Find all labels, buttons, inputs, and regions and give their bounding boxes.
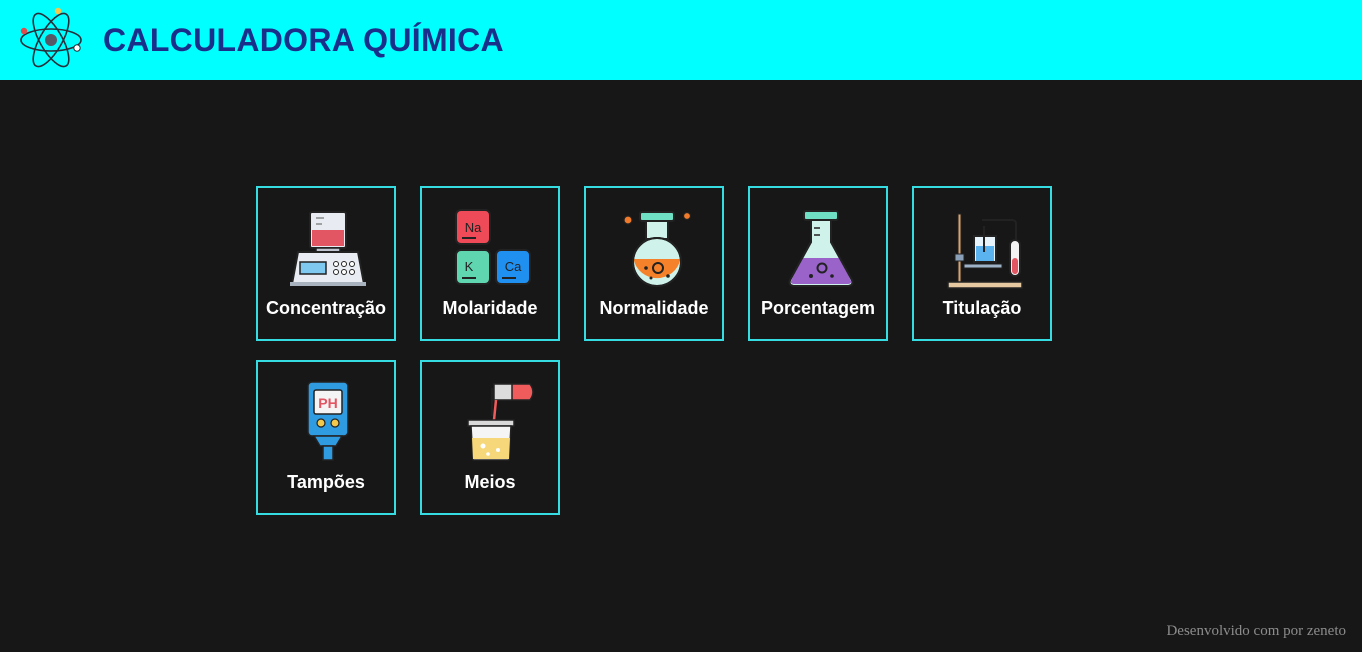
menu-card-normalidade[interactable]: Normalidade [584, 186, 724, 341]
atom-icon [20, 7, 82, 68]
menu-card-tampoes[interactable]: PH Tampões [256, 360, 396, 515]
menu-card-porcentagem[interactable]: Porcentagem [748, 186, 888, 341]
menu-card-meios[interactable]: Meios [420, 360, 560, 515]
lab-scale-beaker-icon [290, 211, 366, 286]
footer-credit: Desenvolvido com por zeneto [1166, 623, 1346, 639]
periodic-elements-icon: Na K Ca [455, 209, 531, 285]
pouring-test-tube-icon [467, 383, 534, 461]
menu-card-label: Meios [464, 472, 516, 492]
erlenmeyer-flask-icon [788, 210, 854, 287]
svg-text:Na: Na [465, 220, 482, 235]
app-title: CALCULADORA QUÍMICA [103, 22, 504, 58]
menu-card-label: Concentração [265, 298, 387, 318]
menu-card-molaridade[interactable]: Na K Ca Molaridade [420, 186, 560, 341]
svg-text:Ca: Ca [505, 259, 522, 274]
menu-card-concentracao[interactable]: Concentração [256, 186, 396, 341]
app-header: CALCULADORA QUÍMICA [0, 0, 1362, 80]
svg-text:PH: PH [318, 395, 337, 411]
menu-card-label: Titulação [942, 298, 1022, 318]
menu-card-label: Molaridade [442, 298, 538, 318]
menu-card-label: Porcentagem [760, 298, 876, 318]
titration-setup-icon [947, 213, 1023, 289]
menu-card-label: Tampões [287, 472, 365, 492]
svg-text:K: K [465, 259, 474, 274]
menu-card-label: Normalidade [599, 298, 709, 318]
ph-meter-icon: PH [307, 381, 349, 461]
menu-card-titulacao[interactable]: Titulação [912, 186, 1052, 341]
round-flask-icon [623, 211, 692, 287]
